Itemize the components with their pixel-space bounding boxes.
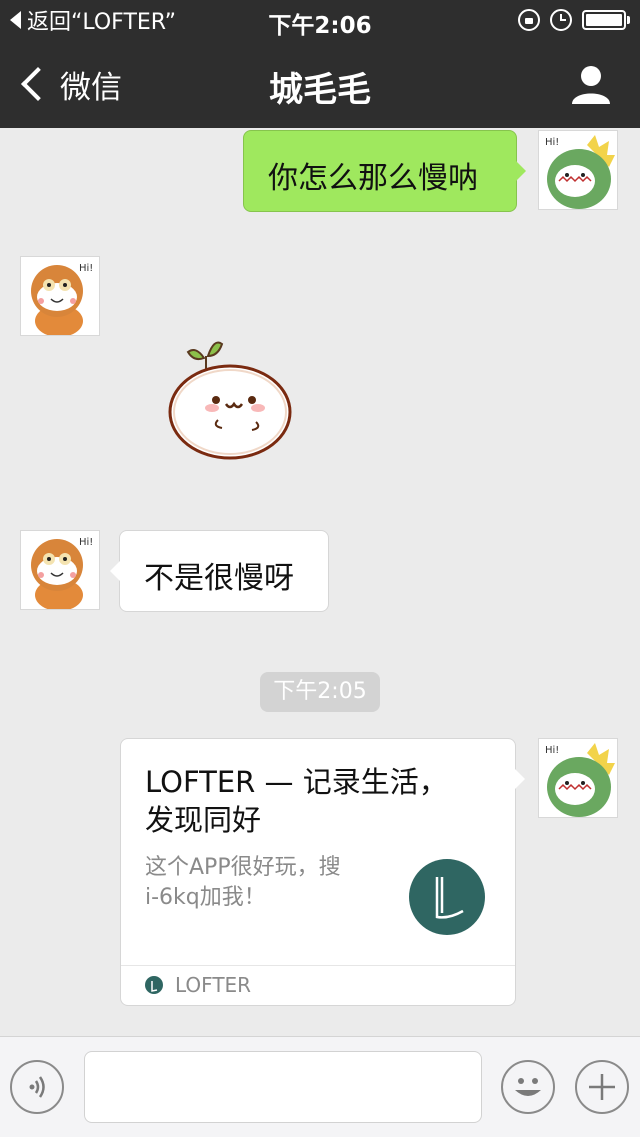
svg-text:Hi!: Hi!	[545, 137, 559, 148]
voice-input-button[interactable]	[10, 1060, 64, 1114]
link-card-source: LOFTER	[145, 973, 251, 997]
sent-message-bubble[interactable]: 你怎么那么慢呐	[243, 130, 526, 212]
svg-text:Hi!: Hi!	[79, 537, 93, 548]
received-message-bubble[interactable]: 不是很慢呀	[110, 530, 329, 612]
bubble-tail	[516, 161, 526, 181]
message-input[interactable]	[84, 1051, 482, 1123]
monkey-avatar-icon: Hi!	[21, 531, 99, 609]
message-text: 不是很慢呀	[144, 561, 294, 596]
status-back-to-app[interactable]: 返回“LOFTER”	[10, 6, 177, 35]
nav-back-label: 微信	[60, 69, 122, 106]
profile-button[interactable]	[570, 64, 612, 106]
status-icons	[518, 8, 630, 32]
link-card-message[interactable]: LOFTER — 记录生活， 发现同好 这个APP很好玩，搜 i-6kq加我！ …	[120, 738, 525, 1006]
contact-avatar[interactable]: Hi!	[20, 530, 100, 610]
my-avatar[interactable]: Hi!	[538, 738, 618, 818]
sprout-bun-sticker-icon	[168, 341, 292, 460]
sticker-message[interactable]	[166, 328, 296, 462]
dinosaur-avatar-icon: Hi!	[539, 739, 617, 817]
rotation-lock-icon	[518, 9, 540, 31]
svg-text:Hi!: Hi!	[79, 263, 93, 274]
alarm-icon	[550, 9, 572, 31]
battery-icon	[582, 10, 630, 30]
back-triangle-icon	[10, 11, 21, 29]
person-icon	[572, 66, 610, 104]
plus-icon	[589, 1074, 615, 1100]
svg-text:Hi!: Hi!	[545, 745, 559, 756]
bubble-tail	[110, 561, 120, 581]
lofter-logo-icon	[409, 859, 485, 935]
dinosaur-avatar-icon: Hi!	[539, 131, 617, 209]
my-avatar[interactable]: Hi!	[538, 130, 618, 210]
link-card-description: 这个APP很好玩，搜 i-6kq加我！	[145, 855, 341, 910]
chat-title: 城毛毛	[269, 70, 371, 110]
timestamp: 下午2:05	[260, 672, 380, 712]
message-text: 你怎么那么慢呐	[268, 161, 478, 196]
divider	[121, 965, 515, 966]
contact-avatar[interactable]: Hi!	[20, 256, 100, 336]
chevron-left-icon	[21, 67, 55, 101]
nav-bar: 微信 城毛毛	[0, 40, 640, 128]
link-card-source-name: LOFTER	[175, 973, 252, 997]
chat-input-bar	[0, 1036, 640, 1137]
more-button[interactable]	[575, 1060, 629, 1114]
lofter-small-logo-icon	[145, 976, 163, 994]
link-card-title: LOFTER — 记录生活， 发现同好	[145, 765, 448, 837]
nav-back-button[interactable]: 微信	[18, 60, 122, 108]
status-back-label: 返回“LOFTER”	[27, 10, 177, 35]
emoji-button[interactable]	[501, 1060, 555, 1114]
monkey-avatar-icon: Hi!	[21, 257, 99, 335]
bubble-tail	[515, 769, 525, 789]
voice-icon	[29, 1076, 45, 1098]
status-bar: 返回“LOFTER” 下午2:06	[0, 0, 640, 40]
emoji-icon	[515, 1078, 541, 1096]
